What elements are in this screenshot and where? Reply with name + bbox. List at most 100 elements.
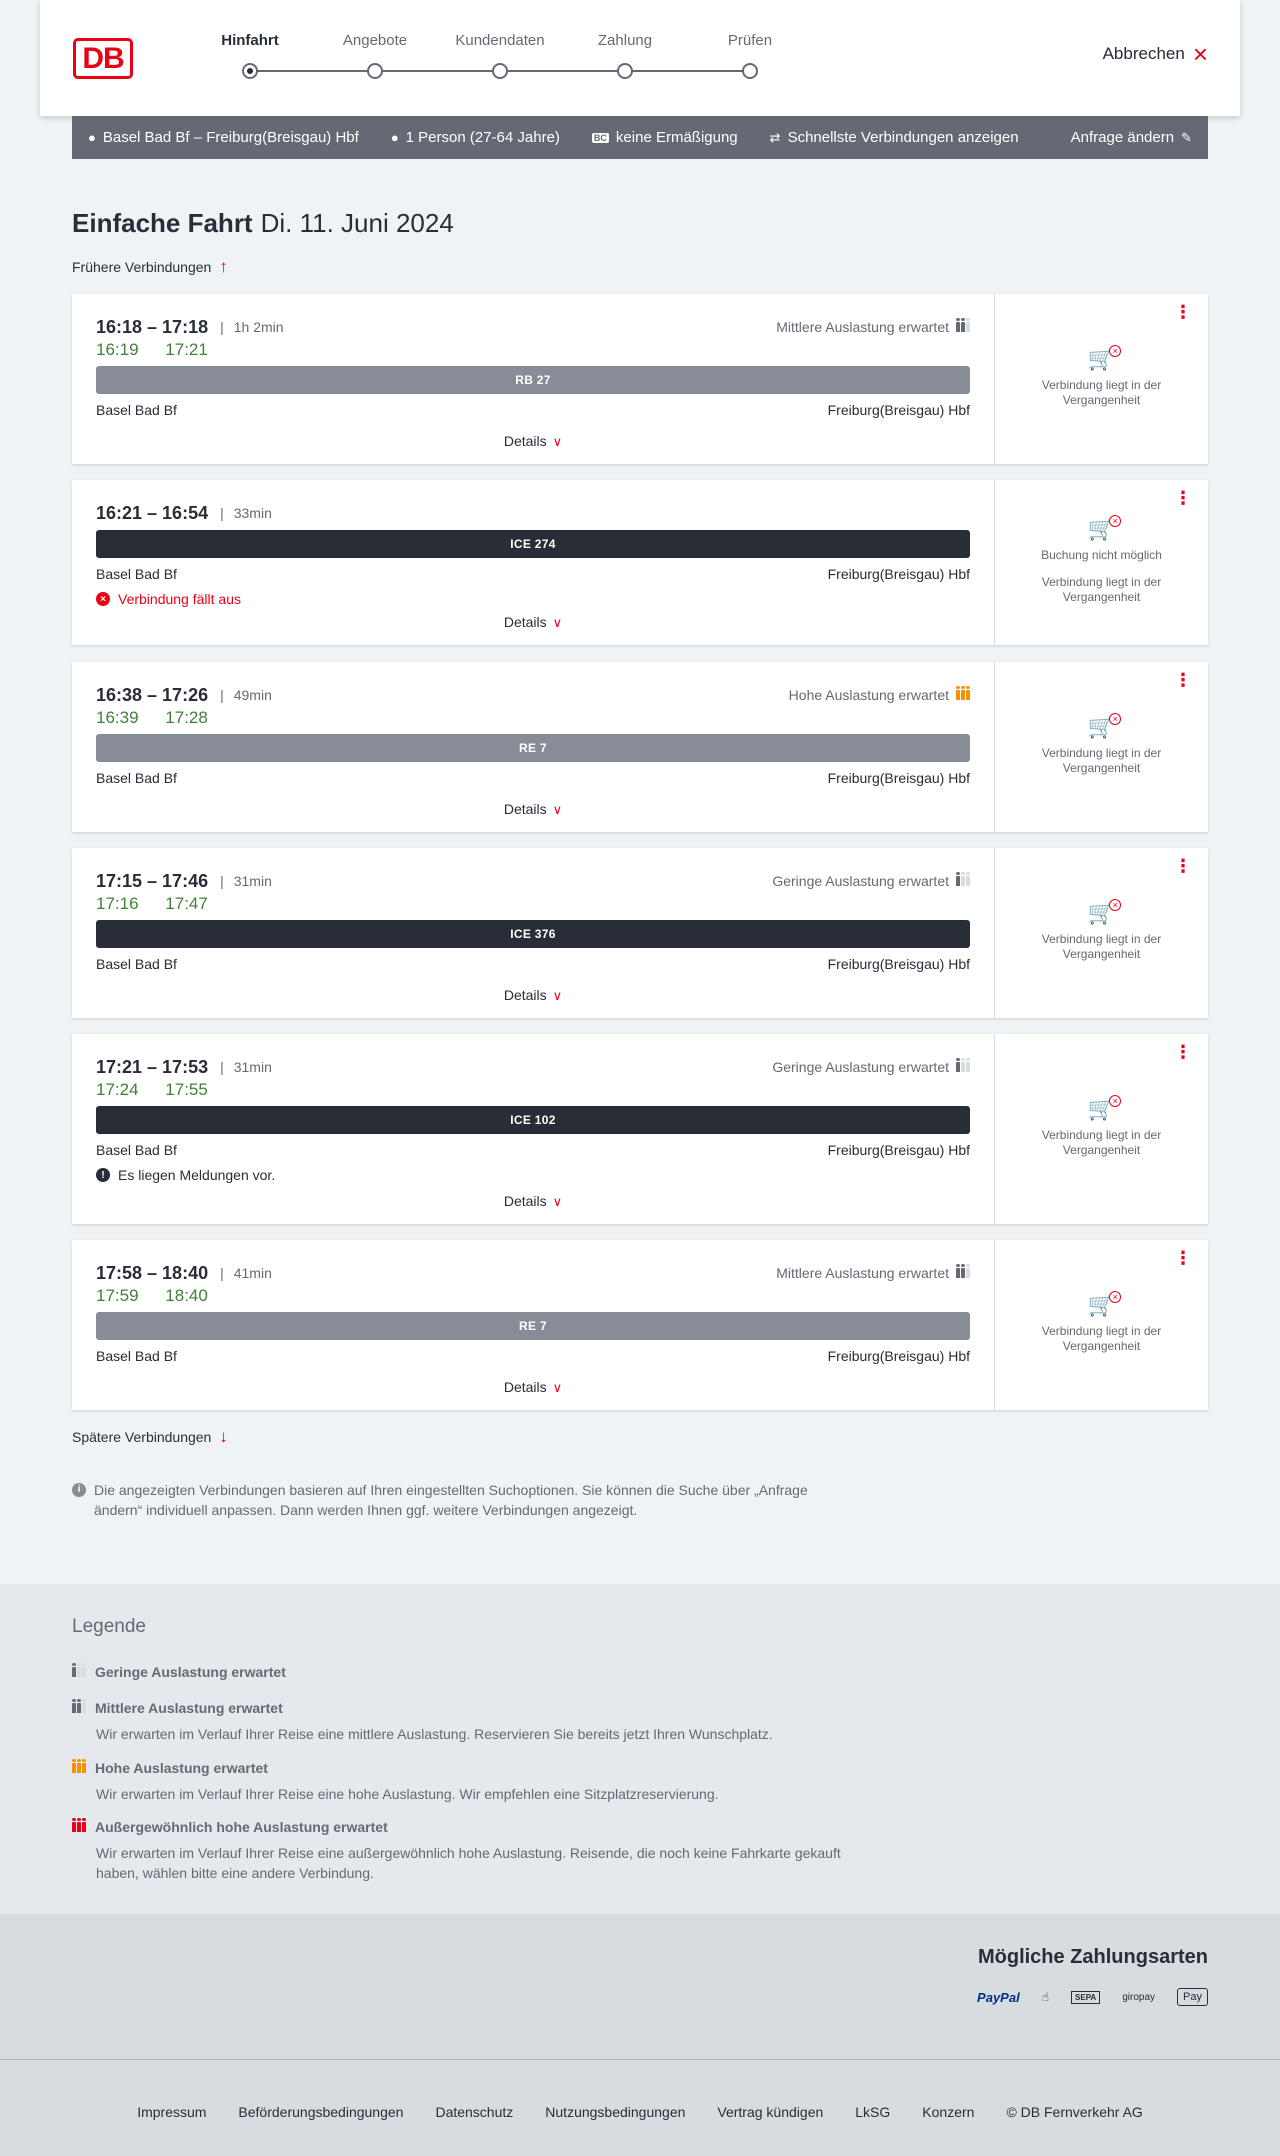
realtime-departure: 16:19 <box>96 340 139 359</box>
footer-link-impressum[interactable]: Impressum <box>137 2104 206 2120</box>
more-options-icon[interactable]: ⋮ <box>1174 857 1192 875</box>
departure-station: Basel Bad Bf <box>96 770 177 786</box>
step-hinfahrt[interactable]: Hinfahrt <box>190 32 310 79</box>
stations: Basel Bad Bf Freiburg(Breisgau) Hbf <box>96 566 970 582</box>
arrival-station: Freiburg(Breisgau) Hbf <box>827 956 970 972</box>
step-pruefen: Prüfen <box>690 32 810 79</box>
arrival-station: Freiburg(Breisgau) Hbf <box>827 1142 970 1158</box>
footer-link-konzern[interactable]: Konzern <box>922 2104 974 2120</box>
occupancy-label: Geringe Auslastung erwartet <box>772 873 949 889</box>
footer-link-nutzungsbedingungen[interactable]: Nutzungsbedingungen <box>545 2104 685 2120</box>
train-bar[interactable]: ICE 274 <box>96 530 970 558</box>
connection-times: 16:18 – 17:18 | 1h 2min Mittlere Auslastu… <box>96 316 970 338</box>
details-toggle[interactable]: Details ∨ <box>72 987 994 1004</box>
legend-item-title: Außergewöhnlich hohe Auslastung erwartet <box>95 1819 388 1835</box>
train-bar[interactable]: RE 7 <box>96 734 970 762</box>
arrow-up-icon: ↑ <box>219 257 228 276</box>
more-options-icon[interactable]: ⋮ <box>1174 671 1192 689</box>
earlier-connections-link[interactable]: Frühere Verbindungen ↑ <box>72 257 228 277</box>
apple-pay-icon: Pay <box>1177 1988 1208 2006</box>
planned-times: 16:38 – 17:26 <box>96 684 209 705</box>
step-dot <box>367 63 383 79</box>
occupancy-label: Mittlere Auslastung erwartet <box>776 319 949 335</box>
departure-station: Basel Bad Bf <box>96 566 177 582</box>
details-toggle[interactable]: Details ∨ <box>72 1193 994 1210</box>
step-label: Prüfen <box>727 32 773 49</box>
stations: Basel Bad Bf Freiburg(Breisgau) Hbf <box>96 770 970 786</box>
train-bar[interactable]: ICE 376 <box>96 920 970 948</box>
occupancy-high-icon <box>72 1759 86 1773</box>
step-dot <box>492 63 508 79</box>
realtime-times: 17:59 18:40 <box>96 1286 970 1306</box>
occupancy-extreme-icon <box>72 1818 86 1832</box>
cancel-label: Abbrechen <box>1102 44 1185 63</box>
connection-card[interactable]: 16:21 – 16:54 | 33min ICE 274 Basel Bad B… <box>72 480 1208 645</box>
occupancy-low-icon <box>72 1663 86 1677</box>
cart-unavailable-icon: 🛒 × <box>1088 344 1122 369</box>
details-toggle[interactable]: Details ∨ <box>72 433 994 450</box>
more-options-icon[interactable]: ⋮ <box>1174 1249 1192 1267</box>
legend-item-desc: Wir erwarten im Verlauf Ihrer Reise eine… <box>96 1726 773 1742</box>
details-toggle[interactable]: Details ∨ <box>72 801 994 818</box>
more-options-icon[interactable]: ⋮ <box>1174 303 1192 321</box>
more-options-icon[interactable]: ⋮ <box>1174 1043 1192 1061</box>
booking-area: ⋮ 🛒 × Verbindung liegt in der Vergangenhe… <box>994 1240 1208 1410</box>
close-icon: × <box>1192 39 1208 69</box>
credit-card-icon: ☝ <box>1041 1990 1050 2004</box>
mode-text: Schnellste Verbindungen anzeigen <box>787 129 1019 146</box>
footer-link-befoerderungsbedingungen[interactable]: Beförderungsbedingungen <box>238 2104 403 2120</box>
train-bar[interactable]: RB 27 <box>96 366 970 394</box>
db-logo[interactable]: DB <box>73 38 133 79</box>
booking-area: ⋮ 🛒 × Verbindung liegt in der Vergangenhe… <box>994 662 1208 832</box>
connection-card[interactable]: 17:58 – 18:40 | 41min Mittlere Auslastung… <box>72 1240 1208 1410</box>
sepa-icon: SEPA <box>1071 1990 1101 2004</box>
later-label: Spätere Verbindungen <box>72 1429 212 1445</box>
giropay-icon: giropay <box>1122 1991 1156 2003</box>
payment-title: Mögliche Zahlungsarten <box>977 1946 1208 1968</box>
departure-station: Basel Bad Bf <box>96 402 177 418</box>
footer-link-datenschutz[interactable]: Datenschutz <box>435 2104 513 2120</box>
connection-card[interactable]: 16:18 – 17:18 | 1h 2min Mittlere Auslastu… <box>72 294 1208 464</box>
train-bar[interactable]: RE 7 <box>96 1312 970 1340</box>
connection-card[interactable]: 16:38 – 17:26 | 49min Hohe Auslastung erw… <box>72 662 1208 832</box>
connection-card[interactable]: 17:21 – 17:53 | 31min Geringe Auslastung … <box>72 1034 1208 1224</box>
legend-item-extreme: Außergewöhnlich hohe Auslastung erwartet… <box>72 1818 856 1883</box>
realtime-departure: 17:16 <box>96 894 139 913</box>
legend-section: Legende Geringe Auslastung erwartet Mitt… <box>0 1584 1280 1914</box>
person-icon: ● <box>390 130 399 145</box>
cart-unavailable-icon: 🛒 × <box>1088 712 1122 737</box>
step-label: Kundendaten <box>455 32 545 49</box>
step-label: Angebote <box>342 32 408 49</box>
footer-link-vertrag-kuendigen[interactable]: Vertrag kündigen <box>717 2104 823 2120</box>
occupancy-label: Geringe Auslastung erwartet <box>772 1059 949 1075</box>
earlier-label: Frühere Verbindungen <box>72 259 212 275</box>
chevron-down-icon: ∨ <box>552 802 563 817</box>
occupancy-medium-icon <box>956 318 970 332</box>
swap-arrows-icon: ⇄ <box>769 129 781 145</box>
stations: Basel Bad Bf Freiburg(Breisgau) Hbf <box>96 1142 970 1158</box>
change-request-button[interactable]: Anfrage ändern ✎ <box>1071 129 1192 146</box>
legend-title: Legende <box>72 1616 146 1637</box>
train-bar[interactable]: ICE 102 <box>96 1106 970 1134</box>
booking-area: ⋮ 🛒 × Verbindung liegt in der Vergangenhe… <box>994 1034 1208 1224</box>
cancel-button[interactable]: Abbrechen × <box>1102 39 1208 69</box>
cart-unavailable-icon: 🛒 × <box>1088 514 1122 539</box>
legend-item-title: Hohe Auslastung erwartet <box>95 1760 268 1776</box>
route-text: Basel Bad Bf – Freiburg(Breisgau) Hbf <box>102 129 359 146</box>
details-toggle[interactable]: Details ∨ <box>72 1379 994 1396</box>
later-connections-link[interactable]: Spätere Verbindungen ↓ <box>72 1427 228 1447</box>
arrival-station: Freiburg(Breisgau) Hbf <box>827 402 970 418</box>
occupancy-label: Mittlere Auslastung erwartet <box>776 1265 949 1281</box>
summary-route: ● Basel Bad Bf – Freiburg(Breisgau) Hbf <box>88 129 359 146</box>
change-request-label: Anfrage ändern <box>1070 129 1175 146</box>
footer-link-lksg[interactable]: LkSG <box>855 2104 890 2120</box>
realtime-times: 17:16 17:47 <box>96 894 970 914</box>
occupancy-medium-icon <box>72 1699 86 1713</box>
duration: 33min <box>233 505 272 521</box>
arrival-station: Freiburg(Breisgau) Hbf <box>827 1348 970 1364</box>
connection-card[interactable]: 17:15 – 17:46 | 31min Geringe Auslastung … <box>72 848 1208 1018</box>
details-toggle[interactable]: Details ∨ <box>72 614 994 631</box>
duration: 31min <box>233 1059 272 1075</box>
more-options-icon[interactable]: ⋮ <box>1174 489 1192 507</box>
realtime-arrival: 17:55 <box>165 1080 208 1099</box>
